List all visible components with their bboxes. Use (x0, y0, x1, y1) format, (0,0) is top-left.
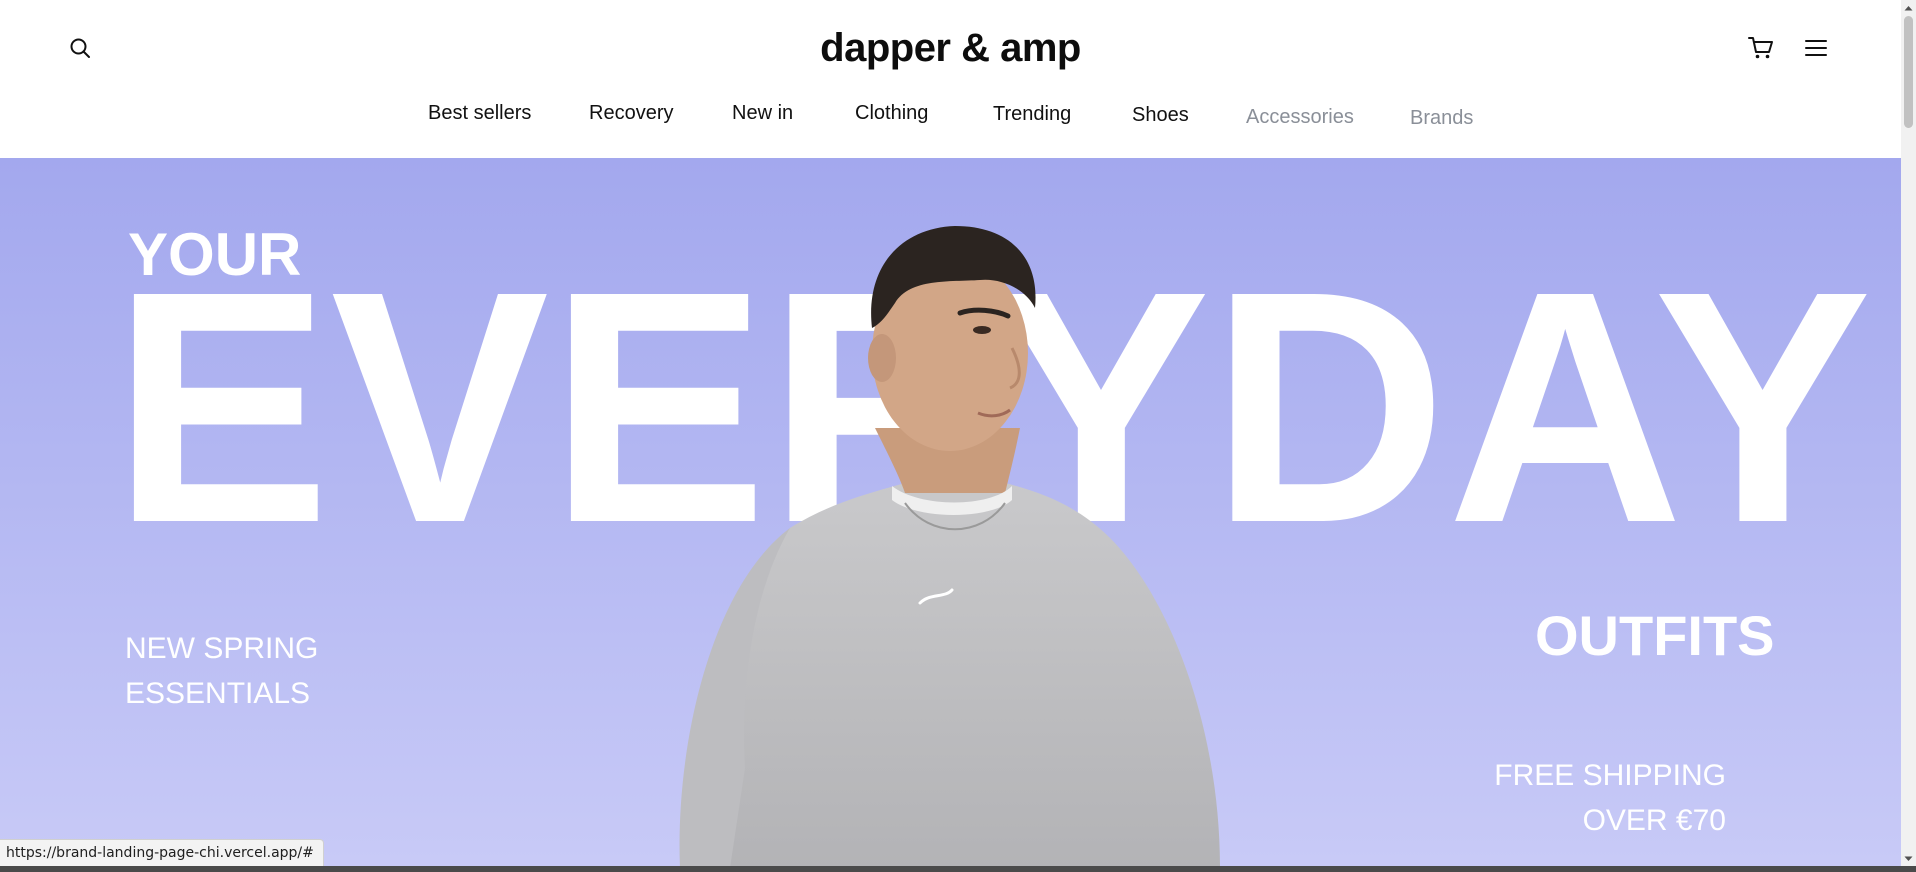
site-header: dapper & amp Best sellers Recovery New i… (0, 0, 1901, 158)
status-bar-url: https://brand-landing-page-chi.vercel.ap… (0, 839, 324, 866)
hero-subline: OUTFITS (1535, 604, 1775, 667)
scroll-up-arrow-icon[interactable] (1901, 0, 1916, 15)
hero-banner: YOUR EVERYDAY NEW SPRING ESSENTIALS (0, 158, 1901, 866)
menu-button[interactable] (1798, 30, 1834, 66)
hero-headline-small: YOUR (128, 221, 302, 288)
nav-item-recovery[interactable]: Recovery (589, 102, 673, 125)
hero-promo-line-2: ESSENTIALS (125, 677, 311, 710)
nav-item-shoes[interactable]: Shoes (1132, 104, 1189, 127)
nav-item-trending[interactable]: Trending (993, 103, 1071, 126)
hero-shipping-text: FREE SHIPPING OVER €70 (1494, 753, 1726, 843)
cart-button[interactable] (1743, 30, 1779, 66)
nav-item-clothing[interactable]: Clothing (855, 102, 928, 125)
nav-item-new-in[interactable]: New in (732, 102, 793, 125)
cart-icon (1748, 37, 1773, 59)
site-logo[interactable]: dapper & amp (0, 26, 1901, 71)
main-nav: Best sellers Recovery New in Clothing Tr… (0, 98, 1901, 134)
scrollbar-thumb[interactable] (1904, 16, 1913, 128)
bottom-bar (0, 866, 1916, 872)
hero-promo-text: NEW SPRING ESSENTIALS (125, 626, 318, 716)
scroll-down-arrow-icon[interactable] (1901, 851, 1916, 866)
nav-item-accessories[interactable]: Accessories (1246, 106, 1354, 129)
hero-promo-line-1: NEW SPRING (125, 632, 319, 665)
hero-shipping-line-1: FREE SHIPPING (1494, 759, 1726, 792)
nav-item-brands[interactable]: Brands (1410, 107, 1473, 130)
vertical-scrollbar[interactable] (1901, 0, 1916, 866)
nav-item-best-sellers[interactable]: Best sellers (428, 102, 531, 125)
hero-shipping-line-2: OVER €70 (1582, 804, 1726, 837)
hamburger-menu-icon (1805, 40, 1827, 56)
model-photo (679, 226, 1220, 866)
